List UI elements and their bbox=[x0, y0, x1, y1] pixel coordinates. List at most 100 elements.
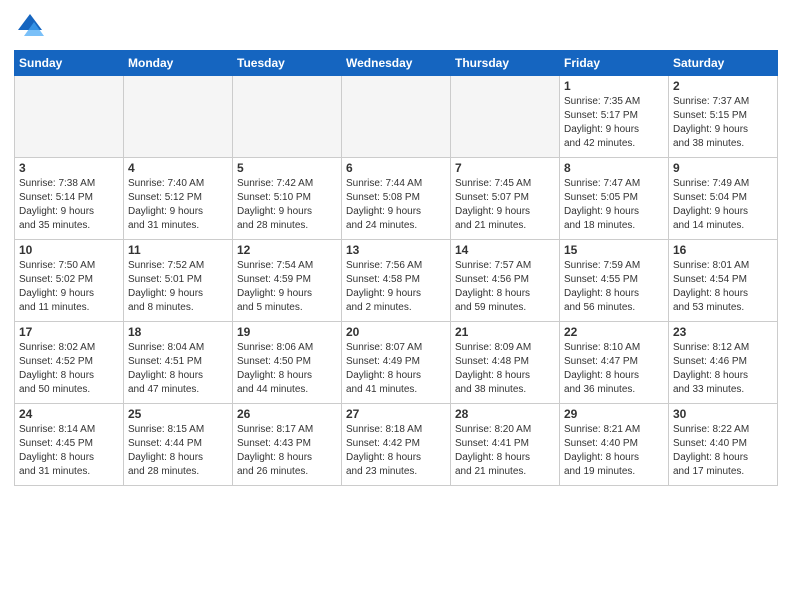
calendar-week-row: 3 Sunrise: 7:38 AM Sunset: 5:14 PM Daylig… bbox=[15, 158, 778, 240]
day-number: 27 bbox=[346, 407, 446, 421]
calendar-cell: 9 Sunrise: 7:49 AM Sunset: 5:04 PM Daylig… bbox=[669, 158, 778, 240]
day-info: Sunrise: 7:50 AM Sunset: 5:02 PM Dayligh… bbox=[19, 259, 119, 315]
day-number: 23 bbox=[673, 325, 773, 339]
day-info: Sunrise: 8:02 AM Sunset: 4:52 PM Dayligh… bbox=[19, 341, 119, 397]
calendar-week-row: 1 Sunrise: 7:35 AM Sunset: 5:17 PM Daylig… bbox=[15, 76, 778, 158]
day-info: Sunrise: 7:49 AM Sunset: 5:04 PM Dayligh… bbox=[673, 177, 773, 233]
day-number: 9 bbox=[673, 161, 773, 175]
weekday-monday: Monday bbox=[124, 51, 233, 76]
calendar-week-row: 24Sunrise: 8:14 AM Sunset: 4:45 PM Dayli… bbox=[15, 404, 778, 486]
day-info: Sunrise: 8:01 AM Sunset: 4:54 PM Dayligh… bbox=[673, 259, 773, 315]
day-number: 10 bbox=[19, 243, 119, 257]
calendar-cell: 25 Sunrise: 8:15 AM Sunset: 4:44 PM Dayli… bbox=[124, 404, 233, 486]
day-info: Sunrise: 8:20 AM Sunset: 4:41 PM Dayligh… bbox=[455, 423, 555, 479]
day-info: Sunrise: 8:22 AM Sunset: 4:40 PM Dayligh… bbox=[673, 423, 773, 479]
calendar-cell: 28 Sunrise: 8:20 AM Sunset: 4:41 PM Dayli… bbox=[451, 404, 560, 486]
calendar-cell: 27 Sunrise: 8:18 AM Sunset: 4:42 PM Dayli… bbox=[342, 404, 451, 486]
day-number: 25 bbox=[128, 407, 228, 421]
day-number: 14 bbox=[455, 243, 555, 257]
logo-icon bbox=[14, 10, 46, 42]
weekday-tuesday: Tuesday bbox=[233, 51, 342, 76]
weekday-wednesday: Wednesday bbox=[342, 51, 451, 76]
day-info: Sunrise: 7:59 AM Sunset: 4:55 PM Dayligh… bbox=[564, 259, 664, 315]
calendar-cell: 18 Sunrise: 8:04 AM Sunset: 4:51 PM Dayli… bbox=[124, 322, 233, 404]
day-info: Sunrise: 8:07 AM Sunset: 4:49 PM Dayligh… bbox=[346, 341, 446, 397]
calendar-cell: 20Sunrise: 8:07 AM Sunset: 4:49 PM Dayli… bbox=[342, 322, 451, 404]
day-info: Sunrise: 7:56 AM Sunset: 4:58 PM Dayligh… bbox=[346, 259, 446, 315]
day-number: 18 bbox=[128, 325, 228, 339]
day-info: Sunrise: 7:38 AM Sunset: 5:14 PM Dayligh… bbox=[19, 177, 119, 233]
calendar-cell: 4 Sunrise: 7:40 AM Sunset: 5:12 PM Daylig… bbox=[124, 158, 233, 240]
calendar-cell: 6 Sunrise: 7:44 AM Sunset: 5:08 PM Daylig… bbox=[342, 158, 451, 240]
calendar-cell: 12 Sunrise: 7:54 AM Sunset: 4:59 PM Dayli… bbox=[233, 240, 342, 322]
calendar-cell bbox=[451, 76, 560, 158]
calendar-cell: 14 Sunrise: 7:57 AM Sunset: 4:56 PM Dayli… bbox=[451, 240, 560, 322]
day-info: Sunrise: 8:10 AM Sunset: 4:47 PM Dayligh… bbox=[564, 341, 664, 397]
day-info: Sunrise: 7:42 AM Sunset: 5:10 PM Dayligh… bbox=[237, 177, 337, 233]
day-info: Sunrise: 8:04 AM Sunset: 4:51 PM Dayligh… bbox=[128, 341, 228, 397]
day-info: Sunrise: 7:37 AM Sunset: 5:15 PM Dayligh… bbox=[673, 95, 773, 151]
calendar-cell: 7Sunrise: 7:45 AM Sunset: 5:07 PM Daylig… bbox=[451, 158, 560, 240]
day-number: 12 bbox=[237, 243, 337, 257]
header bbox=[14, 10, 778, 42]
calendar-cell bbox=[342, 76, 451, 158]
day-number: 21 bbox=[455, 325, 555, 339]
day-number: 5 bbox=[237, 161, 337, 175]
day-info: Sunrise: 7:57 AM Sunset: 4:56 PM Dayligh… bbox=[455, 259, 555, 315]
day-number: 24 bbox=[19, 407, 119, 421]
day-number: 13 bbox=[346, 243, 446, 257]
calendar-cell: 1 Sunrise: 7:35 AM Sunset: 5:17 PM Daylig… bbox=[560, 76, 669, 158]
day-number: 4 bbox=[128, 161, 228, 175]
calendar-cell: 11 Sunrise: 7:52 AM Sunset: 5:01 PM Dayli… bbox=[124, 240, 233, 322]
day-number: 16 bbox=[673, 243, 773, 257]
day-number: 26 bbox=[237, 407, 337, 421]
day-number: 30 bbox=[673, 407, 773, 421]
day-number: 17 bbox=[19, 325, 119, 339]
day-info: Sunrise: 7:54 AM Sunset: 4:59 PM Dayligh… bbox=[237, 259, 337, 315]
calendar-cell: 21Sunrise: 8:09 AM Sunset: 4:48 PM Dayli… bbox=[451, 322, 560, 404]
day-info: Sunrise: 7:44 AM Sunset: 5:08 PM Dayligh… bbox=[346, 177, 446, 233]
calendar-cell: 10 Sunrise: 7:50 AM Sunset: 5:02 PM Dayli… bbox=[15, 240, 124, 322]
calendar-cell: 8 Sunrise: 7:47 AM Sunset: 5:05 PM Daylig… bbox=[560, 158, 669, 240]
calendar-cell: 26 Sunrise: 8:17 AM Sunset: 4:43 PM Dayli… bbox=[233, 404, 342, 486]
weekday-sunday: Sunday bbox=[15, 51, 124, 76]
day-number: 28 bbox=[455, 407, 555, 421]
day-info: Sunrise: 7:40 AM Sunset: 5:12 PM Dayligh… bbox=[128, 177, 228, 233]
day-number: 3 bbox=[19, 161, 119, 175]
day-number: 8 bbox=[564, 161, 664, 175]
calendar-table: SundayMondayTuesdayWednesdayThursdayFrid… bbox=[14, 50, 778, 486]
calendar-cell bbox=[233, 76, 342, 158]
day-number: 2 bbox=[673, 79, 773, 93]
day-number: 1 bbox=[564, 79, 664, 93]
calendar-cell: 16 Sunrise: 8:01 AM Sunset: 4:54 PM Dayli… bbox=[669, 240, 778, 322]
calendar-cell: 19Sunrise: 8:06 AM Sunset: 4:50 PM Dayli… bbox=[233, 322, 342, 404]
calendar-cell: 22 Sunrise: 8:10 AM Sunset: 4:47 PM Dayli… bbox=[560, 322, 669, 404]
calendar-week-row: 10 Sunrise: 7:50 AM Sunset: 5:02 PM Dayli… bbox=[15, 240, 778, 322]
calendar-cell: 29Sunrise: 8:21 AM Sunset: 4:40 PM Dayli… bbox=[560, 404, 669, 486]
day-info: Sunrise: 8:06 AM Sunset: 4:50 PM Dayligh… bbox=[237, 341, 337, 397]
weekday-friday: Friday bbox=[560, 51, 669, 76]
day-info: Sunrise: 7:35 AM Sunset: 5:17 PM Dayligh… bbox=[564, 95, 664, 151]
day-info: Sunrise: 7:52 AM Sunset: 5:01 PM Dayligh… bbox=[128, 259, 228, 315]
calendar-cell: 2 Sunrise: 7:37 AM Sunset: 5:15 PM Daylig… bbox=[669, 76, 778, 158]
weekday-saturday: Saturday bbox=[669, 51, 778, 76]
calendar-cell: 15Sunrise: 7:59 AM Sunset: 4:55 PM Dayli… bbox=[560, 240, 669, 322]
calendar-cell: 13 Sunrise: 7:56 AM Sunset: 4:58 PM Dayli… bbox=[342, 240, 451, 322]
day-number: 6 bbox=[346, 161, 446, 175]
calendar-cell: 17 Sunrise: 8:02 AM Sunset: 4:52 PM Dayli… bbox=[15, 322, 124, 404]
day-info: Sunrise: 7:47 AM Sunset: 5:05 PM Dayligh… bbox=[564, 177, 664, 233]
weekday-thursday: Thursday bbox=[451, 51, 560, 76]
day-info: Sunrise: 8:18 AM Sunset: 4:42 PM Dayligh… bbox=[346, 423, 446, 479]
day-number: 11 bbox=[128, 243, 228, 257]
day-number: 29 bbox=[564, 407, 664, 421]
calendar-cell: 30 Sunrise: 8:22 AM Sunset: 4:40 PM Dayli… bbox=[669, 404, 778, 486]
calendar-cell: 23 Sunrise: 8:12 AM Sunset: 4:46 PM Dayli… bbox=[669, 322, 778, 404]
page-container: SundayMondayTuesdayWednesdayThursdayFrid… bbox=[0, 0, 792, 612]
day-info: Sunrise: 8:15 AM Sunset: 4:44 PM Dayligh… bbox=[128, 423, 228, 479]
calendar-cell bbox=[124, 76, 233, 158]
calendar-cell: 5 Sunrise: 7:42 AM Sunset: 5:10 PM Daylig… bbox=[233, 158, 342, 240]
calendar-cell: 3 Sunrise: 7:38 AM Sunset: 5:14 PM Daylig… bbox=[15, 158, 124, 240]
day-info: Sunrise: 8:12 AM Sunset: 4:46 PM Dayligh… bbox=[673, 341, 773, 397]
day-info: Sunrise: 8:17 AM Sunset: 4:43 PM Dayligh… bbox=[237, 423, 337, 479]
day-number: 22 bbox=[564, 325, 664, 339]
